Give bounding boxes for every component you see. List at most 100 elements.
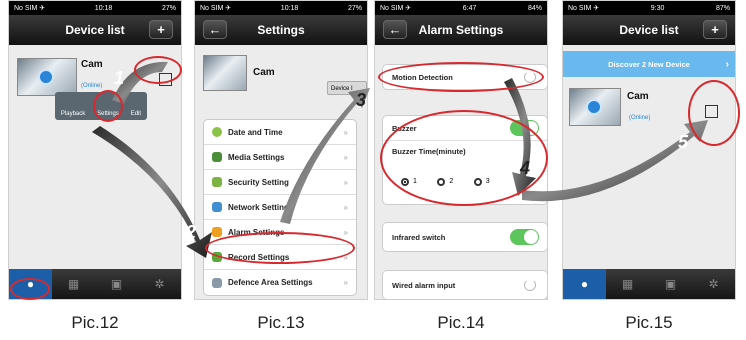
status-bar: No SIM ✈ 10:18 27%: [195, 1, 367, 15]
settings-row-defence[interactable]: Defence Area Settings »: [204, 270, 356, 295]
chevron-icon: »: [343, 177, 348, 187]
chevron-right-icon: ›: [725, 58, 729, 70]
row-label: Security Setting: [228, 177, 289, 187]
shield-icon: [212, 177, 222, 187]
battery-label: 84%: [527, 4, 542, 12]
toolbox-icon: ▣: [110, 277, 123, 291]
settings-row-media[interactable]: Media Settings »: [204, 145, 356, 170]
toolbox-icon: ▣: [664, 277, 677, 291]
media-icon: [212, 152, 222, 162]
carrier-label: No SIM ✈: [380, 5, 412, 12]
person-icon: ●: [580, 277, 589, 291]
clock-label: 10:18: [280, 4, 299, 12]
highlight-lock-pic15: [688, 80, 740, 146]
row-label: Defence Area Settings: [228, 278, 313, 287]
caption-pic12: Pic.12: [71, 313, 119, 332]
infrared-row: Infrared switch: [383, 223, 547, 251]
camera-thumbnail[interactable]: [17, 58, 77, 96]
phone-device-list-final: No SIM ✈ 9:30 87% Device list + Discover…: [562, 0, 736, 300]
camera-thumbnail: [203, 55, 247, 91]
step-number-2: 2: [186, 222, 197, 242]
infrared-box: Infrared switch: [382, 222, 548, 252]
device-status: (Online): [81, 83, 103, 89]
row-label: Network Settings: [228, 202, 294, 212]
chevron-icon: »: [343, 202, 348, 212]
highlight-motion-detection: [378, 62, 544, 92]
highlight-lock-pic12: [134, 56, 182, 84]
clock-label: 9:30: [650, 4, 665, 12]
highlight-settings-button: [93, 90, 123, 122]
step-number-3: 3: [356, 90, 367, 110]
page-title: Settings: [257, 23, 305, 37]
step-number-1: 1: [114, 68, 125, 88]
device-name: Cam: [253, 67, 275, 78]
carrier-label: No SIM ✈: [14, 5, 46, 12]
discover-label: Discover 2 New Device: [608, 59, 690, 69]
add-device-button[interactable]: +: [703, 20, 727, 39]
add-device-button[interactable]: +: [149, 20, 173, 39]
discover-banner[interactable]: Discover 2 New Device ›: [563, 51, 735, 77]
camera-thumbnail[interactable]: [569, 88, 621, 126]
device-name: Cam: [627, 91, 649, 102]
page-title: Alarm Settings: [418, 23, 504, 37]
playback-button[interactable]: Playback: [61, 111, 85, 117]
settings-row-security[interactable]: Security Setting »: [204, 170, 356, 195]
device-name: Cam: [81, 59, 103, 70]
phone-device-list: No SIM ✈ 10:18 27% Device list + Cam (On…: [8, 0, 182, 300]
tab-settings[interactable]: ✲: [692, 269, 735, 299]
nav-bar: Device list +: [563, 15, 735, 45]
carrier-label: No SIM ✈: [568, 5, 600, 12]
edit-button[interactable]: Edit: [131, 111, 141, 117]
caption-pic15: Pic.15: [625, 313, 673, 332]
battery-label: 27%: [161, 4, 176, 12]
page-title: Device list: [65, 23, 125, 37]
infrared-label: Infrared switch: [392, 232, 446, 242]
grid-icon: ▦: [67, 277, 80, 291]
highlight-alarm-settings: [205, 232, 355, 264]
status-bar: No SIM ✈ 6:47 84%: [375, 1, 547, 15]
tab-devices[interactable]: ●: [563, 269, 606, 299]
chevron-icon: »: [343, 278, 348, 287]
nav-bar: ← Alarm Settings: [375, 15, 547, 45]
back-button[interactable]: ←: [203, 20, 227, 39]
row-label: Date and Time: [228, 127, 283, 137]
status-bar: No SIM ✈ 10:18 27%: [9, 1, 181, 15]
settings-row-date-time[interactable]: Date and Time »: [204, 120, 356, 145]
chevron-icon: »: [343, 127, 348, 137]
battery-label: 87%: [715, 4, 730, 12]
gear-icon: ✲: [708, 277, 719, 291]
page-title: Device list: [619, 23, 679, 37]
carrier-label: No SIM ✈: [200, 5, 232, 12]
defence-icon: [212, 277, 222, 288]
caption-pic14: Pic.14: [437, 313, 485, 332]
caption-pic13: Pic.13: [257, 313, 305, 332]
tab-toolbox[interactable]: ▣: [649, 269, 692, 299]
clock-label: 10:18: [94, 4, 113, 12]
settings-row-network[interactable]: Network Settings »: [204, 195, 356, 220]
wired-label: Wired alarm input: [392, 280, 456, 290]
grid-icon: ▦: [621, 277, 634, 291]
play-icon: [586, 99, 602, 115]
infrared-switch[interactable]: [510, 229, 539, 245]
step-number-4: 4: [520, 158, 531, 178]
wired-alarm-row[interactable]: Wired alarm input: [383, 271, 547, 299]
back-button[interactable]: ←: [383, 20, 407, 39]
nav-bar: ← Settings: [195, 15, 367, 45]
nav-bar: Device list +: [9, 15, 181, 45]
tab-bar: ● ▦ ▣ ✲: [563, 269, 735, 299]
wired-alarm-box: Wired alarm input: [382, 270, 548, 300]
status-bar: No SIM ✈ 9:30 87%: [563, 1, 735, 15]
chevron-icon: »: [343, 152, 348, 162]
bell-icon: [212, 227, 222, 237]
clock-icon: [212, 127, 222, 137]
tab-settings[interactable]: ✲: [138, 269, 181, 299]
clock-label: 6:47: [462, 4, 477, 12]
tab-grid[interactable]: ▦: [606, 269, 649, 299]
chevron-icon: »: [343, 227, 348, 237]
loading-spinner-icon: [524, 279, 536, 291]
wifi-icon: [212, 202, 222, 212]
tab-grid[interactable]: ▦: [52, 269, 95, 299]
play-icon: [38, 69, 54, 85]
row-label: Media Settings: [228, 152, 285, 162]
tab-toolbox[interactable]: ▣: [95, 269, 138, 299]
